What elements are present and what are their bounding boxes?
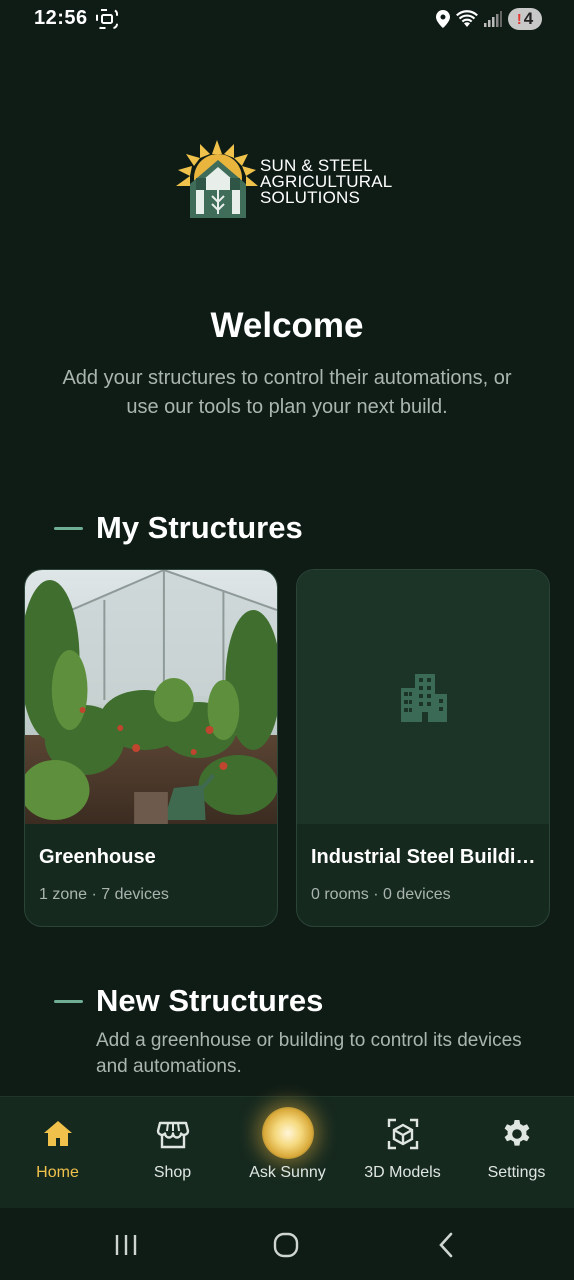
welcome-title: Welcome [210,306,364,345]
card-meta: 0 rooms · 0 devices [311,886,451,903]
card-placeholder [297,570,549,824]
nav-ask-sunny[interactable]: Ask Sunny [230,1097,345,1209]
screenshot-icon [96,9,118,29]
store-icon [156,1121,189,1149]
back-icon[interactable] [432,1230,462,1260]
nav-settings[interactable]: Settings [459,1097,574,1209]
battery-level: 4 [523,9,534,28]
status-icons: ! 4 [436,8,542,30]
nav-3d-models[interactable]: 3D Models [345,1097,460,1209]
brand-logo: SUN & STEEL AGRICULTURAL SOLUTIONS [174,140,404,222]
nav-home[interactable]: Home [0,1097,115,1209]
nav-label: Shop [153,1164,192,1181]
home-icon [43,1121,72,1146]
brand-line-3: SOLUTIONS [260,188,361,207]
system-nav-bar [0,1208,574,1280]
brand-name: SUN & STEEL AGRICULTURAL SOLUTIONS [260,157,392,207]
new-structures-title: New Structures [96,983,324,1018]
structure-card-greenhouse[interactable]: Greenhouse 1 zone · 7 devices [24,569,278,927]
my-structures-header: My Structures [54,510,303,546]
sunny-orb-icon [261,1107,314,1159]
recent-apps-icon[interactable] [111,1230,141,1260]
nav-shop[interactable]: Shop [115,1097,230,1209]
nav-label: Home [36,1164,79,1181]
nav-label: Ask Sunny [249,1164,326,1181]
signal-icon [484,11,502,27]
sun-greenhouse-logo-icon [176,140,258,218]
section-dash [54,999,83,1003]
new-structures-subtitle: Add a greenhouse or building to control … [96,1030,522,1077]
app-screen: 12:56 ! 4 SUN & STEEL AGRICULTURAL SOLUT… [0,0,574,1280]
section-dash [54,526,83,530]
greenhouse-photo [25,570,277,824]
card-meta: 1 zone · 7 devices [39,886,169,903]
nav-label: Settings [487,1164,546,1181]
structure-card-industrial-steel-building[interactable]: Industrial Steel Building 0 rooms · 0 de… [296,569,550,927]
status-time: 12:56 [34,7,88,29]
location-icon [436,10,450,28]
battery-alert: ! [516,10,522,28]
home-button-icon[interactable] [271,1230,301,1260]
new-structures-header: New Structures [54,983,323,1019]
bottom-nav: Home Shop Ask Sunny 3D Models Settings [0,1096,574,1208]
card-title: Industrial Steel Building [311,846,537,868]
my-structures-title: My Structures [96,510,303,545]
wifi-icon [456,10,478,27]
building-icon [401,674,447,722]
nav-label: 3D Models [364,1164,441,1181]
card-title: Greenhouse [39,846,156,868]
gear-icon [504,1120,529,1146]
status-bar: 12:56 ! 4 [0,0,574,40]
battery-indicator: ! 4 [508,8,542,30]
welcome-subtitle: Add your structures to control their aut… [62,367,512,418]
cube-scan-icon [387,1118,418,1150]
